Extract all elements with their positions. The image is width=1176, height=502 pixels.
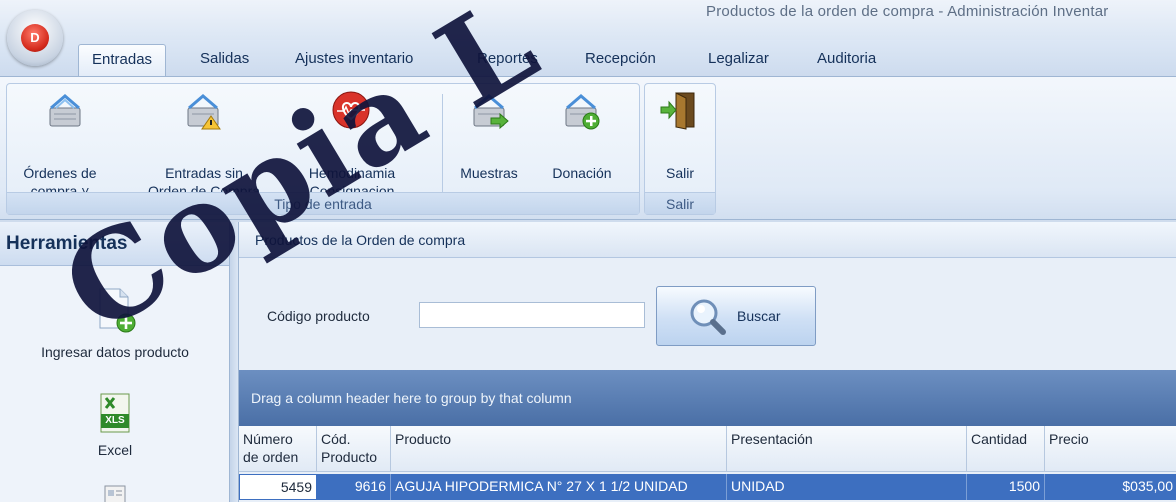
group-label-salir: Salir (645, 192, 715, 214)
sidebar-item-label: Excel (97, 442, 133, 458)
cell-precio[interactable]: $035,00 (1045, 474, 1176, 500)
cell-cod-producto[interactable]: 9616 (317, 474, 391, 500)
group-label-tipo-entrada: Tipo de entrada (7, 192, 639, 214)
column-header-label: Producto (321, 449, 378, 465)
group-by-area[interactable]: Drag a column header here to group by th… (239, 370, 1176, 426)
excel-icon-text: XLS (105, 415, 125, 426)
column-header-cod-producto[interactable]: Cód. Producto (317, 426, 391, 472)
muestras-button[interactable]: Muestras (447, 164, 531, 182)
button-label: Órdenes de (23, 165, 97, 181)
codigo-producto-input[interactable] (419, 302, 645, 328)
sidebar-title: Herramientas (0, 222, 229, 266)
excel-icon: XLS (95, 392, 135, 434)
excel-button[interactable]: XLS Excel (0, 392, 230, 458)
buscar-button[interactable]: Buscar (656, 286, 816, 346)
button-label: Donación (552, 165, 612, 181)
panel-title: Productos de la Orden de compra (239, 222, 1176, 258)
tab-ajustes-inventario[interactable]: Ajustes inventario (295, 44, 413, 76)
basket-icon (45, 90, 85, 130)
column-header-label: Precio (1049, 431, 1089, 447)
window-title: Productos de la orden de compra - Admini… (706, 3, 1109, 20)
buscar-label: Buscar (737, 308, 781, 324)
productos-panel: Productos de la Orden de compra Código p… (238, 222, 1176, 502)
tab-salidas[interactable]: Salidas (200, 44, 249, 76)
column-header-numero-orden[interactable]: Número de orden (239, 426, 317, 472)
panel-splitter[interactable] (230, 222, 238, 502)
app-menu-button[interactable]: D (7, 10, 63, 66)
group-separator (442, 94, 443, 204)
ingresar-datos-producto-button[interactable]: Ingresar datos producto (0, 286, 230, 360)
tab-reportes[interactable]: Reportes (477, 44, 538, 76)
basket-add-icon (561, 90, 601, 130)
ribbon-tabs: Entradas Salidas Ajustes inventario Repo… (0, 40, 1176, 76)
column-header-precio[interactable]: Precio (1045, 426, 1176, 472)
magnifier-icon (687, 296, 727, 336)
group-tipo-entrada: Órdenes de compra ˅ Entradas sin Orden d… (6, 83, 640, 215)
cell-numero-orden[interactable]: 5459 (239, 474, 317, 500)
basket-warning-icon (183, 90, 223, 130)
tab-recepcion[interactable]: Recepción (585, 44, 656, 76)
salir-button[interactable]: Salir (645, 164, 715, 182)
codigo-producto-label: Código producto (267, 308, 370, 324)
add-document-icon (93, 286, 137, 334)
button-label: Entradas sin (165, 165, 243, 181)
exit-door-icon (659, 90, 699, 130)
button-label: Salir (665, 165, 694, 181)
column-header-label: Número (243, 431, 293, 447)
donacion-button[interactable]: Donación (541, 164, 623, 182)
column-header-label: Cód. (321, 431, 351, 447)
app-logo-icon: D (21, 24, 49, 52)
tab-auditoria[interactable]: Auditoria (817, 44, 876, 76)
tab-legalizar[interactable]: Legalizar (708, 44, 769, 76)
tools-sidebar: Herramientas Ingresar datos producto XLS… (0, 222, 230, 502)
group-salir: Salir Salir (644, 83, 716, 215)
column-header-presentacion[interactable]: Presentación (727, 426, 967, 472)
button-label: Muestras (460, 165, 518, 181)
tab-entradas[interactable]: Entradas (78, 44, 167, 76)
button-label: Hemodinamia (308, 165, 396, 181)
column-header-label: Presentación (731, 431, 813, 447)
cell-cantidad[interactable]: 1500 (967, 474, 1045, 500)
cell-presentacion[interactable]: UNIDAD (727, 474, 967, 500)
cell-producto[interactable]: AGUJA HIPODERMICA N° 27 X 1 1/2 UNIDAD (391, 474, 727, 500)
ribbon: Órdenes de compra ˅ Entradas sin Orden d… (0, 76, 1176, 220)
heart-pulse-icon (331, 90, 371, 130)
column-header-label: de orden (243, 449, 299, 465)
report-icon (95, 484, 135, 502)
report-button[interactable] (0, 484, 230, 502)
basket-arrow-icon (469, 90, 509, 130)
column-header-label: Producto (395, 431, 452, 447)
column-header-producto[interactable]: Producto (391, 426, 727, 472)
sidebar-item-label: Ingresar datos producto (41, 344, 189, 360)
column-header-label: Cantidad (971, 431, 1028, 447)
column-header-cantidad[interactable]: Cantidad (967, 426, 1045, 472)
title-bar: Productos de la orden de compra - Admini… (0, 0, 1176, 40)
